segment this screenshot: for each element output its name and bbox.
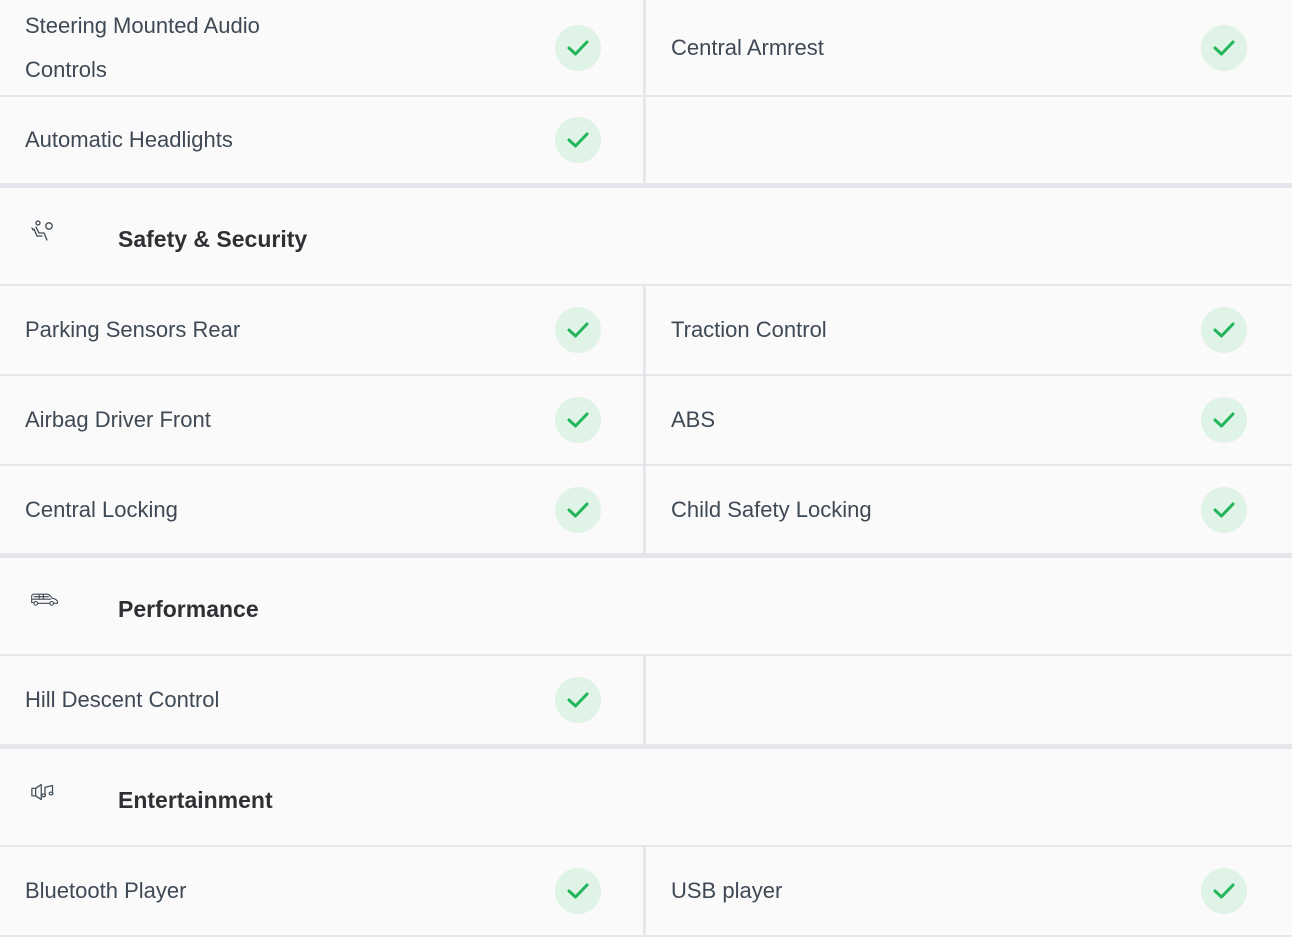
feature-label: Central Armrest — [671, 34, 824, 60]
feature-row: Central Locking Child Safety Locking — [0, 466, 1292, 555]
feature-row: Parking Sensors Rear Traction Control — [0, 286, 1292, 376]
feature-label: Central Locking — [25, 496, 178, 522]
empty-cell — [646, 97, 1292, 183]
section-header: Safety & Security — [0, 185, 1292, 286]
feature-cell: Parking Sensors Rear — [0, 286, 646, 374]
empty-cell — [646, 656, 1292, 744]
feature-label: Bluetooth Player — [25, 878, 187, 903]
feature-label: ABS — [671, 407, 716, 432]
feature-label: Airbag Driver Front — [25, 407, 211, 432]
feature-cell: ABS — [646, 376, 1292, 464]
feature-cell: Automatic Headlights — [0, 97, 646, 183]
check-icon — [555, 486, 601, 533]
check-icon — [555, 868, 601, 914]
section-title: Entertainment — [118, 787, 273, 813]
feature-row: Steering Mounted Audio Controls Central … — [0, 0, 1292, 97]
feature-cell: Central Locking — [0, 466, 646, 553]
feature-label: Traction Control — [671, 317, 827, 342]
check-icon — [555, 397, 601, 443]
check-icon — [1201, 307, 1247, 353]
feature-label: Child Safety Locking — [671, 496, 872, 522]
feature-label: USB player — [671, 878, 783, 903]
speaker-music-icon — [30, 783, 60, 809]
airbag-icon — [30, 220, 60, 246]
features-table: Steering Mounted Audio Controls Central … — [0, 0, 1292, 937]
check-icon — [555, 24, 601, 71]
feature-label: Automatic Headlights — [25, 127, 233, 152]
feature-row: Airbag Driver Front ABS — [0, 376, 1292, 466]
feature-label: Steering Mounted Audio Controls — [25, 12, 260, 82]
section-header: Entertainment — [0, 746, 1292, 847]
feature-cell: Central Armrest — [646, 0, 1292, 95]
feature-cell: Child Safety Locking — [646, 466, 1292, 553]
feature-cell: USB player — [646, 847, 1292, 935]
feature-label: Hill Descent Control — [25, 687, 220, 712]
check-icon — [1201, 486, 1247, 533]
feature-cell: Traction Control — [646, 286, 1292, 374]
check-icon — [1201, 397, 1247, 443]
check-icon — [1201, 24, 1247, 71]
section-title: Performance — [118, 596, 259, 622]
section-title: Safety & Security — [118, 226, 308, 252]
feature-cell: Bluetooth Player — [0, 847, 646, 935]
feature-cell: Steering Mounted Audio Controls — [0, 0, 646, 95]
feature-row: Hill Descent Control — [0, 656, 1292, 746]
check-icon — [555, 117, 601, 163]
check-icon — [555, 677, 601, 723]
check-icon — [1201, 868, 1247, 914]
section-header: Performance — [0, 555, 1292, 656]
feature-row: Automatic Headlights — [0, 97, 1292, 185]
check-icon — [555, 307, 601, 353]
feature-label: Parking Sensors Rear — [25, 317, 241, 342]
feature-cell: Hill Descent Control — [0, 656, 646, 744]
feature-cell: Airbag Driver Front — [0, 376, 646, 464]
feature-row: Bluetooth Player USB player — [0, 847, 1292, 937]
car-icon — [30, 590, 60, 616]
